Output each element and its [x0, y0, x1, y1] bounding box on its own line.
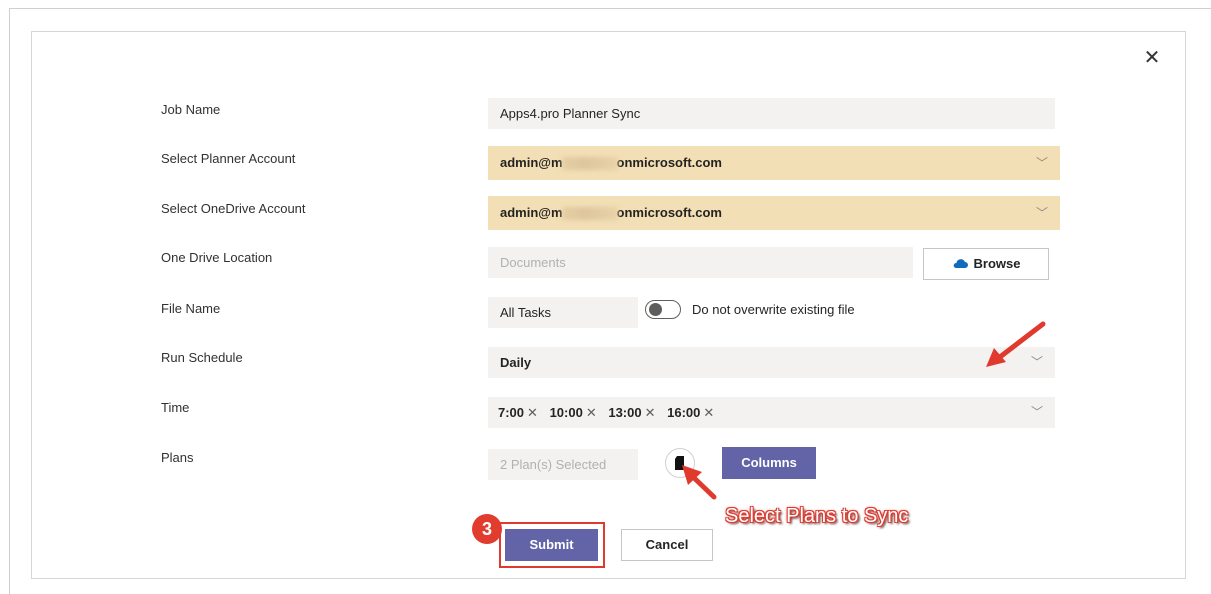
chevron-down-icon: ﹀: [1035, 156, 1048, 170]
chevron-down-icon: ﹀: [1035, 206, 1048, 220]
planner-account-label: Select Planner Account: [161, 151, 296, 166]
onedrive-account-dropdown[interactable]: admin@m onmicrosoft.com ﹀: [488, 196, 1060, 230]
planner-account-dropdown[interactable]: admin@m onmicrosoft.com ﹀: [488, 146, 1060, 180]
browse-label: Browse: [973, 256, 1021, 271]
onedrive-location-label: One Drive Location: [161, 250, 273, 265]
planner-account-suffix: onmicrosoft.com: [616, 155, 722, 170]
cloud-icon: [953, 259, 968, 269]
redacted-blur: [561, 157, 618, 171]
toggle-knob: [649, 303, 662, 316]
chevron-down-icon: ﹀: [1030, 405, 1043, 419]
run-schedule-value: Daily: [500, 355, 532, 370]
redacted-blur: [561, 207, 618, 221]
time-label: Time: [161, 400, 190, 415]
time-tag[interactable]: 13:00 ✕: [608, 397, 655, 428]
close-icon[interactable]: ✕: [1142, 48, 1162, 68]
plans-label: Plans: [161, 450, 194, 465]
overwrite-toggle-label: Do not overwrite existing file: [692, 302, 855, 317]
time-multiselect[interactable]: 7:00 ✕ 10:00 ✕ 13:00 ✕ 16:00 ✕ ﹀: [488, 397, 1055, 428]
job-name-label: Job Name: [161, 102, 221, 117]
run-schedule-label: Run Schedule: [161, 350, 243, 365]
submit-button[interactable]: Submit: [505, 529, 598, 561]
step-number-badge: 3: [472, 514, 502, 544]
remove-icon[interactable]: ✕: [645, 405, 656, 420]
overwrite-toggle[interactable]: [645, 300, 681, 319]
onedrive-account-prefix: admin@m: [500, 205, 563, 220]
annotation-callout: Select Plans to Sync: [725, 505, 909, 527]
file-name-input[interactable]: All Tasks: [488, 297, 638, 328]
onedrive-account-label: Select OneDrive Account: [161, 201, 306, 216]
onedrive-location-input[interactable]: Documents: [488, 247, 913, 278]
planner-account-prefix: admin@m: [500, 155, 563, 170]
remove-icon[interactable]: ✕: [703, 405, 714, 420]
run-schedule-dropdown[interactable]: Daily ﹀: [488, 347, 1055, 378]
time-tag[interactable]: 10:00 ✕: [550, 397, 597, 428]
job-name-input[interactable]: Apps4.pro Planner Sync: [488, 98, 1055, 129]
time-tag[interactable]: 16:00 ✕: [667, 397, 714, 428]
remove-icon[interactable]: ✕: [586, 405, 597, 420]
annotation-arrow-schedule: [986, 321, 1046, 367]
annotation-arrow-plans: [682, 465, 717, 500]
plans-input[interactable]: 2 Plan(s) Selected: [488, 449, 638, 480]
cancel-button[interactable]: Cancel: [621, 529, 713, 561]
remove-icon[interactable]: ✕: [527, 405, 538, 420]
time-tag[interactable]: 7:00 ✕: [498, 397, 538, 428]
file-name-label: File Name: [161, 301, 221, 316]
onedrive-account-suffix: onmicrosoft.com: [616, 205, 722, 220]
browse-button[interactable]: Browse: [923, 248, 1049, 280]
columns-button[interactable]: Columns: [722, 447, 816, 479]
